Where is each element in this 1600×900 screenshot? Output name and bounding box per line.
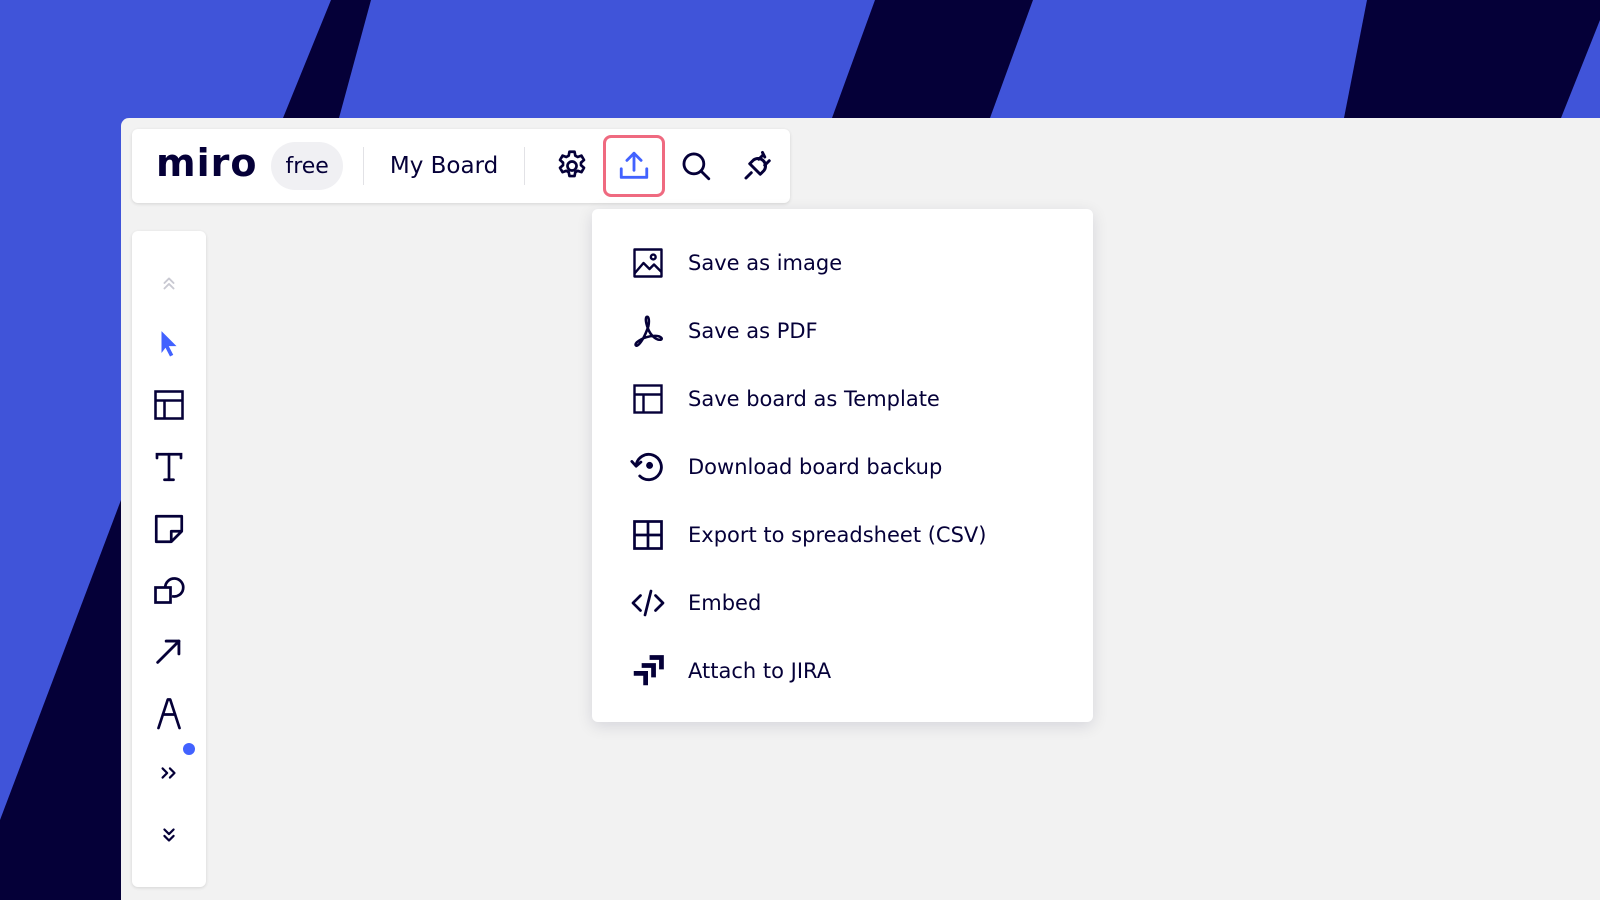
miro-logo[interactable]: miro: [156, 144, 257, 182]
connection-line-tool[interactable]: [139, 623, 199, 679]
save-board-as-template-item[interactable]: Save board as Template: [592, 365, 1093, 433]
sticky-note-tool[interactable]: [139, 501, 199, 557]
pdf-icon: [628, 311, 668, 351]
save-as-pdf-item[interactable]: Save as PDF: [592, 297, 1093, 365]
save-as-image-item[interactable]: Save as image: [592, 229, 1093, 297]
integrations-button[interactable]: [727, 135, 789, 197]
menu-item-label: Save as image: [688, 251, 843, 275]
pen-icon: [151, 693, 187, 733]
templates-tool[interactable]: [139, 377, 199, 433]
sticky-note-icon: [151, 511, 187, 547]
download-board-backup-item[interactable]: Download board backup: [592, 433, 1093, 501]
notification-dot: [183, 743, 195, 755]
menu-item-label: Save as PDF: [688, 319, 818, 343]
menu-item-label: Export to spreadsheet (CSV): [688, 523, 987, 547]
divider: [524, 147, 526, 185]
export-to-spreadsheet-item[interactable]: Export to spreadsheet (CSV): [592, 501, 1093, 569]
menu-item-label: Attach to JIRA: [688, 659, 832, 683]
layout-icon: [151, 387, 187, 423]
left-toolbar: [132, 231, 206, 887]
settings-button[interactable]: [541, 135, 603, 197]
text-tool[interactable]: [139, 439, 199, 495]
jira-icon: [628, 651, 668, 691]
chevrons-right-icon: [158, 762, 180, 784]
search-button[interactable]: [665, 135, 727, 197]
more-apps-button[interactable]: [139, 743, 199, 801]
code-icon: [628, 583, 668, 623]
grid-icon: [628, 515, 668, 555]
search-icon: [679, 149, 713, 183]
menu-item-label: Save board as Template: [688, 387, 940, 411]
attach-to-jira-item[interactable]: Attach to JIRA: [592, 637, 1093, 705]
collapse-up-button[interactable]: [139, 255, 199, 311]
chevrons-up-icon: [158, 272, 180, 294]
image-icon: [628, 243, 668, 283]
menu-item-label: Embed: [688, 591, 762, 615]
divider: [362, 147, 364, 185]
collapse-down-button[interactable]: [139, 807, 199, 863]
top-bar: miro free My Board: [132, 129, 790, 203]
backup-icon: [628, 447, 668, 487]
select-tool[interactable]: [139, 315, 199, 371]
upload-icon: [617, 149, 651, 183]
export-menu: Save as image Save as PDF Save board as …: [592, 209, 1093, 722]
gear-icon: [554, 148, 590, 184]
shapes-tool[interactable]: [139, 561, 199, 617]
board-name[interactable]: My Board: [384, 145, 504, 187]
plug-icon: [740, 148, 776, 184]
arrow-icon: [152, 634, 186, 668]
menu-item-label: Download board backup: [688, 455, 943, 479]
cursor-icon: [154, 326, 184, 360]
shapes-icon: [151, 571, 187, 607]
export-button[interactable]: [603, 135, 666, 197]
pen-tool[interactable]: [139, 685, 199, 741]
chevrons-down-icon: [158, 824, 180, 846]
embed-item[interactable]: Embed: [592, 569, 1093, 637]
text-icon: [151, 449, 187, 485]
template-icon: [628, 379, 668, 419]
plan-badge[interactable]: free: [271, 142, 343, 190]
